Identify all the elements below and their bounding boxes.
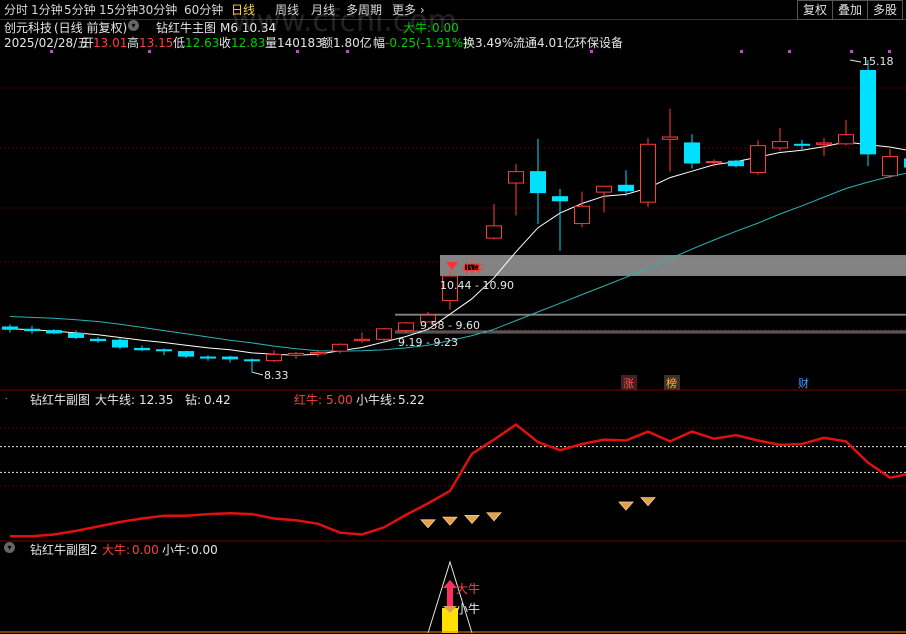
candle-body	[178, 351, 194, 357]
candle-body	[2, 326, 18, 330]
signal-dot	[148, 50, 151, 53]
candle-body	[310, 351, 326, 355]
kline-chart[interactable]: 15.18 8.33 10.44 - 10.90 9.58 - 9.60 9.19 - …	[0, 0, 906, 634]
sub2-signal-arrow	[447, 588, 453, 606]
signal-dot	[50, 50, 53, 53]
candle-body	[596, 185, 612, 193]
badge-cai: 财	[798, 376, 809, 390]
zone-band-1	[440, 255, 906, 276]
max-price-label: 15.18	[862, 55, 894, 68]
xiao-niu-tag: 小牛	[462, 261, 484, 275]
candle-body	[684, 142, 700, 164]
diamond-icon	[420, 519, 436, 529]
candle-body	[574, 205, 590, 225]
candle-body	[200, 356, 216, 359]
max-price-pointer	[849, 59, 862, 63]
candle-body	[662, 136, 678, 140]
zone1-label: 10.44 - 10.90	[440, 279, 514, 292]
zone3-label: 9.19 - 9.23	[398, 336, 458, 349]
candle-body	[772, 141, 788, 149]
candle-body	[134, 347, 150, 351]
candle-body	[860, 70, 876, 155]
signal-dot	[850, 50, 853, 53]
candle-body	[508, 171, 524, 184]
candle-body	[376, 328, 392, 340]
candle-body	[816, 142, 832, 145]
candle-body	[266, 353, 282, 362]
candle-body	[794, 143, 810, 146]
candle-body	[486, 225, 502, 239]
signal-dot	[296, 50, 299, 53]
candle-body	[90, 338, 106, 342]
diamond-icon	[442, 516, 458, 526]
badge-zhang: 涨	[623, 377, 634, 390]
candle-body	[244, 359, 260, 362]
signal-dot	[590, 50, 593, 53]
diamond-icon	[486, 512, 502, 522]
candle-body	[112, 339, 128, 348]
badge-bang: 榜	[666, 376, 677, 390]
candle-body	[156, 349, 172, 352]
candle-body	[530, 171, 546, 194]
min-price-label: 8.33	[264, 369, 289, 382]
sub1-red-line	[10, 422, 906, 538]
candle-body	[640, 143, 656, 203]
diamond-icon	[640, 497, 656, 507]
candle-body	[332, 343, 348, 352]
candle-body	[46, 330, 62, 334]
candle-body	[552, 196, 568, 202]
candle-body	[706, 161, 722, 164]
diamond-icon	[618, 501, 634, 511]
signal-dot	[346, 50, 349, 53]
candle-body	[728, 160, 744, 167]
candle-body	[398, 322, 414, 332]
candle-body	[288, 352, 304, 356]
signal-dot	[888, 50, 891, 53]
candle-body	[750, 145, 766, 174]
candle-body	[838, 134, 854, 145]
sub2-tag-xiaoniu: 小牛	[456, 601, 480, 616]
candle-body	[618, 184, 634, 192]
sub2-tag-daniu: 大牛	[456, 581, 480, 596]
candle-body	[222, 356, 238, 360]
candle-body	[882, 156, 898, 177]
candle-body	[354, 338, 370, 342]
arrow-up-icon	[443, 580, 457, 588]
signal-dot	[740, 50, 743, 53]
candle-body	[24, 328, 40, 332]
zone2-label: 9.58 - 9.60	[420, 319, 480, 332]
min-price-pointer	[251, 371, 264, 376]
diamond-icon	[464, 514, 480, 524]
signal-dot	[788, 50, 791, 53]
candle-body	[68, 332, 84, 338]
